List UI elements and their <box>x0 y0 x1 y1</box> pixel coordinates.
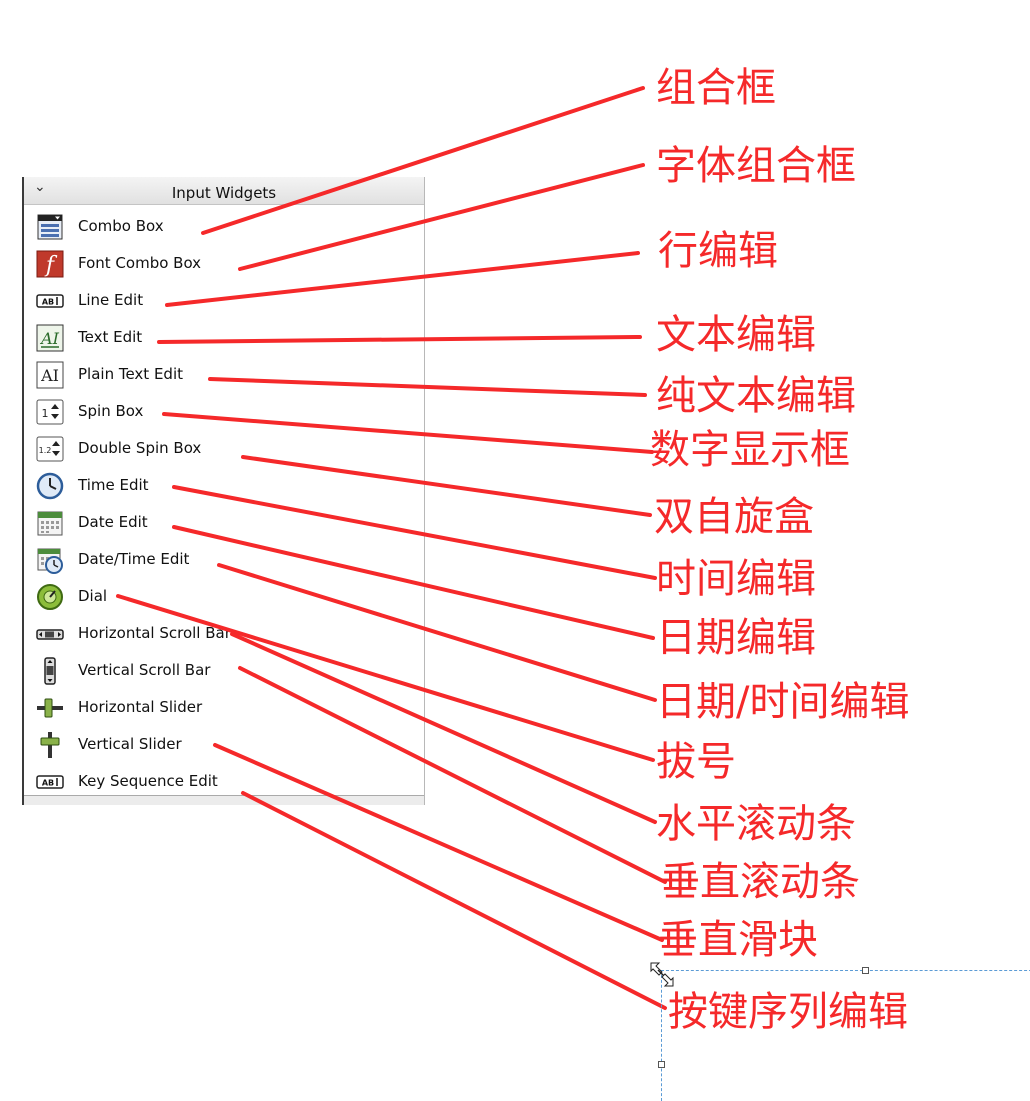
annotation-label: 双自旋盒 <box>654 494 814 540</box>
annotation-label: 纯文本编辑 <box>656 373 856 419</box>
leader-line <box>201 86 645 235</box>
leader-line <box>241 455 652 517</box>
annotation-label: 日期/时间编辑 <box>656 679 910 725</box>
annotation-leader-lines <box>116 86 667 1010</box>
resize-handle[interactable] <box>862 967 869 974</box>
leader-line <box>172 525 655 640</box>
leader-line <box>172 485 657 580</box>
leader-line <box>238 163 645 271</box>
leader-line <box>208 377 647 397</box>
leader-line <box>157 335 642 344</box>
annotation-label: 垂直滑块 <box>658 917 818 963</box>
leader-line <box>162 412 654 454</box>
annotation-label: 垂直滚动条 <box>660 859 860 905</box>
leader-line <box>230 632 657 824</box>
annotation-label: 组合框 <box>656 65 776 111</box>
leader-line <box>213 743 664 942</box>
leader-line <box>217 563 657 702</box>
annotation-label: 拔号 <box>656 739 736 785</box>
annotation-label: 行编辑 <box>658 228 778 274</box>
leader-line <box>241 791 667 1010</box>
annotation-label: 字体组合框 <box>656 143 856 189</box>
annotation-label: 文本编辑 <box>656 312 816 358</box>
resize-cursor-icon <box>650 962 674 987</box>
resize-handle[interactable] <box>658 1061 665 1068</box>
leader-line <box>165 251 640 307</box>
annotation-label: 按键序列编辑 <box>668 989 908 1035</box>
annotation-label: 数字显示框 <box>650 427 850 473</box>
annotation-label: 水平滚动条 <box>656 801 856 847</box>
annotation-label: 日期编辑 <box>656 615 816 661</box>
annotation-label: 时间编辑 <box>656 556 816 602</box>
